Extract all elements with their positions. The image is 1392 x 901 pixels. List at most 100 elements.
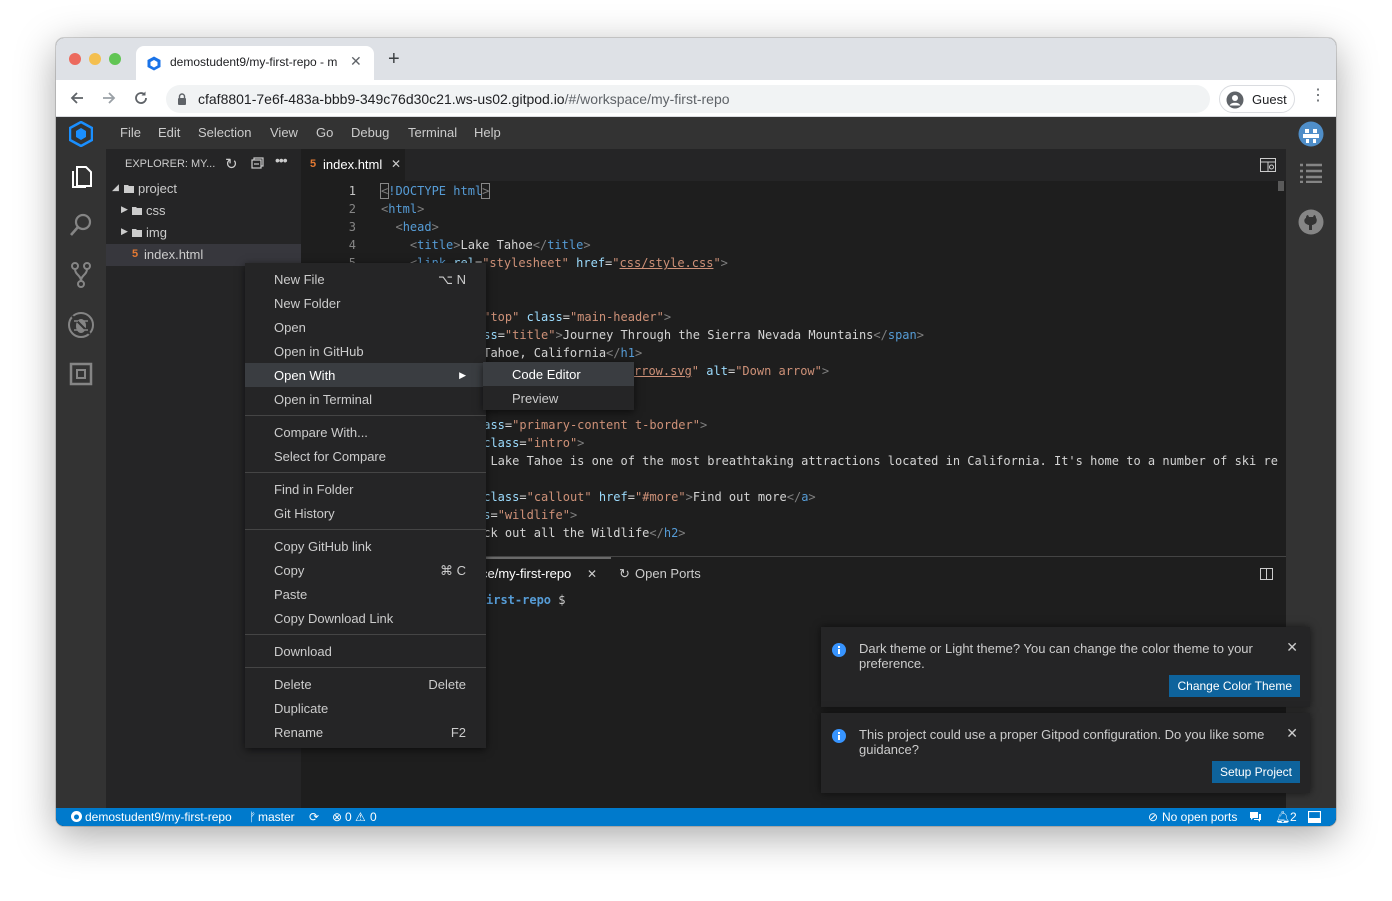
menu-bar: File Edit Selection View Go Debug Termin… <box>56 117 1336 149</box>
profile-guest-button[interactable]: Guest <box>1219 85 1295 113</box>
menu-item-open-in-terminal[interactable]: Open in Terminal <box>245 387 486 411</box>
menu-item-delete[interactable]: Delete Delete <box>245 672 486 696</box>
feedback-chat-icon[interactable] <box>1249 811 1262 823</box>
editor-tab-index-html[interactable]: 5 index.html ✕ <box>301 149 405 181</box>
menu-item-duplicate[interactable]: Duplicate <box>245 696 486 720</box>
close-tab-icon[interactable]: ✕ <box>391 157 401 171</box>
source-control-icon[interactable] <box>69 261 93 289</box>
terminal-prompt[interactable]: irst-repo $ <box>486 593 566 607</box>
forward-arrow-icon[interactable] <box>101 90 117 106</box>
minimize-window-button[interactable] <box>89 53 101 65</box>
menu-item-compare-with[interactable]: Compare With... <box>245 420 486 444</box>
menu-terminal[interactable]: Terminal <box>408 125 457 140</box>
menu-item-paste[interactable]: Paste <box>245 582 486 606</box>
tree-label: css <box>146 203 166 218</box>
menu-item-label: Open <box>274 320 306 335</box>
bell-icon[interactable]: 🔔︎ <box>1275 810 1290 824</box>
menu-item-git-history[interactable]: Git History <box>245 501 486 525</box>
menu-item-download[interactable]: Download <box>245 639 486 663</box>
terminal-tab[interactable]: ce/my-first-repo ✕ <box>481 566 601 584</box>
menu-item-open-with[interactable]: Open With ▶ <box>245 363 486 387</box>
html-file-icon: 5 <box>132 248 139 260</box>
scrollbar-thumb[interactable] <box>1278 181 1284 191</box>
menu-edit[interactable]: Edit <box>158 125 180 140</box>
collapse-all-icon[interactable] <box>251 157 264 169</box>
zoom-window-button[interactable] <box>109 53 121 65</box>
chevron-right-icon: ▶ <box>121 204 128 214</box>
explorer-files-icon[interactable] <box>69 163 93 189</box>
submenu-arrow-icon: ▶ <box>459 370 466 380</box>
browser-menu-icon[interactable]: ⋮ <box>1310 88 1326 104</box>
submenu-item-code-editor[interactable]: Code Editor <box>483 362 634 386</box>
menu-item-new-file[interactable]: New File ⌥ N <box>245 267 486 291</box>
refresh-icon[interactable]: ↻ <box>225 155 238 173</box>
back-arrow-icon[interactable] <box>69 90 85 106</box>
submenu-item-preview[interactable]: Preview <box>483 386 634 410</box>
outline-list-icon[interactable] <box>1299 163 1323 183</box>
menu-item-open-in-github[interactable]: Open in GitHub <box>245 339 486 363</box>
split-panel-icon[interactable] <box>1260 568 1273 580</box>
more-actions-icon[interactable]: ••• <box>275 152 288 168</box>
open-ports-label: Open Ports <box>635 566 701 581</box>
close-tab-icon[interactable]: ✕ <box>350 53 362 70</box>
right-activity-bar <box>1286 149 1336 808</box>
user-avatar-icon[interactable] <box>1298 121 1324 147</box>
html-file-icon: 5 <box>310 158 317 170</box>
tree-label: index.html <box>144 247 204 262</box>
tree-item-project[interactable]: ◢ project <box>106 178 301 200</box>
extensions-icon[interactable] <box>69 362 93 386</box>
menu-item-label: Copy <box>274 563 305 578</box>
tree-item-css[interactable]: ▶ css <box>106 200 301 222</box>
search-icon[interactable] <box>69 212 93 238</box>
menu-debug[interactable]: Debug <box>351 125 389 140</box>
notification-count[interactable]: 2 <box>1290 810 1297 824</box>
menu-help[interactable]: Help <box>474 125 501 140</box>
menu-item-find-in-folder[interactable]: Find in Folder <box>245 477 486 501</box>
menu-selection[interactable]: Selection <box>198 125 251 140</box>
menu-view[interactable]: View <box>270 125 298 140</box>
menu-go[interactable]: Go <box>316 125 333 140</box>
explorer-title: EXPLORER: MY... <box>125 158 216 170</box>
menu-item-open[interactable]: Open <box>245 315 486 339</box>
menu-item-copy-github-link[interactable]: Copy GitHub link <box>245 534 486 558</box>
sync-icon[interactable]: ⟳ <box>309 810 319 824</box>
new-tab-button[interactable]: + <box>388 49 400 69</box>
menu-item-select-for-compare[interactable]: Select for Compare <box>245 444 486 468</box>
menu-item-copy[interactable]: Copy ⌘ C <box>245 558 486 582</box>
open-preview-icon[interactable] <box>1260 158 1276 172</box>
browser-tab[interactable]: demostudent9/my-first-repo - m ✕ <box>136 46 374 80</box>
status-ports[interactable]: No open ports <box>1162 810 1237 824</box>
code-line: class="callout" href="#more">Find out mo… <box>483 490 816 504</box>
url-text: cfaf8801-7e6f-483a-bbb9-349c76d30c21.ws-… <box>198 91 730 107</box>
menu-item-label: Select for Compare <box>274 449 386 464</box>
debug-icon[interactable] <box>67 311 95 339</box>
line-number: 4 <box>348 238 356 252</box>
menu-item-shortcut: F2 <box>450 725 466 740</box>
status-errors[interactable]: 0 <box>345 810 352 824</box>
close-tab-icon[interactable]: ✕ <box>587 567 597 581</box>
notification-message: This project could use a proper Gitpod c… <box>859 727 1265 757</box>
menu-item-label: Duplicate <box>274 701 329 716</box>
setup-project-button[interactable]: Setup Project <box>1211 761 1300 783</box>
menu-item-rename[interactable]: Rename F2 <box>245 720 486 744</box>
menu-item-new-folder[interactable]: New Folder <box>245 291 486 315</box>
status-branch[interactable]: master <box>258 810 295 824</box>
menu-item-copy-download-link[interactable]: Copy Download Link <box>245 606 486 630</box>
prompt-path: irst-repo <box>486 593 552 607</box>
status-repo[interactable]: demostudent9/my-first-repo <box>85 810 232 824</box>
code-line: ="top" class="main-header"> <box>476 310 672 324</box>
close-window-button[interactable] <box>69 53 81 65</box>
tree-item-img[interactable]: ▶ img <box>106 222 301 244</box>
reload-icon[interactable] <box>133 90 149 106</box>
code-line: <html> <box>381 202 425 216</box>
error-icon: ⊗ <box>332 810 343 824</box>
menu-item-label: Find in Folder <box>274 482 354 497</box>
status-warnings[interactable]: 0 <box>370 810 377 824</box>
close-icon[interactable]: ✕ <box>1286 639 1298 656</box>
address-bar[interactable]: cfaf8801-7e6f-483a-bbb9-349c76d30c21.ws-… <box>166 85 1210 113</box>
menu-file[interactable]: File <box>120 125 141 140</box>
close-icon[interactable]: ✕ <box>1286 725 1298 742</box>
change-color-theme-button[interactable]: Change Color Theme <box>1169 675 1300 697</box>
github-icon[interactable] <box>1298 209 1324 235</box>
toggle-panel-icon[interactable] <box>1308 811 1321 823</box>
